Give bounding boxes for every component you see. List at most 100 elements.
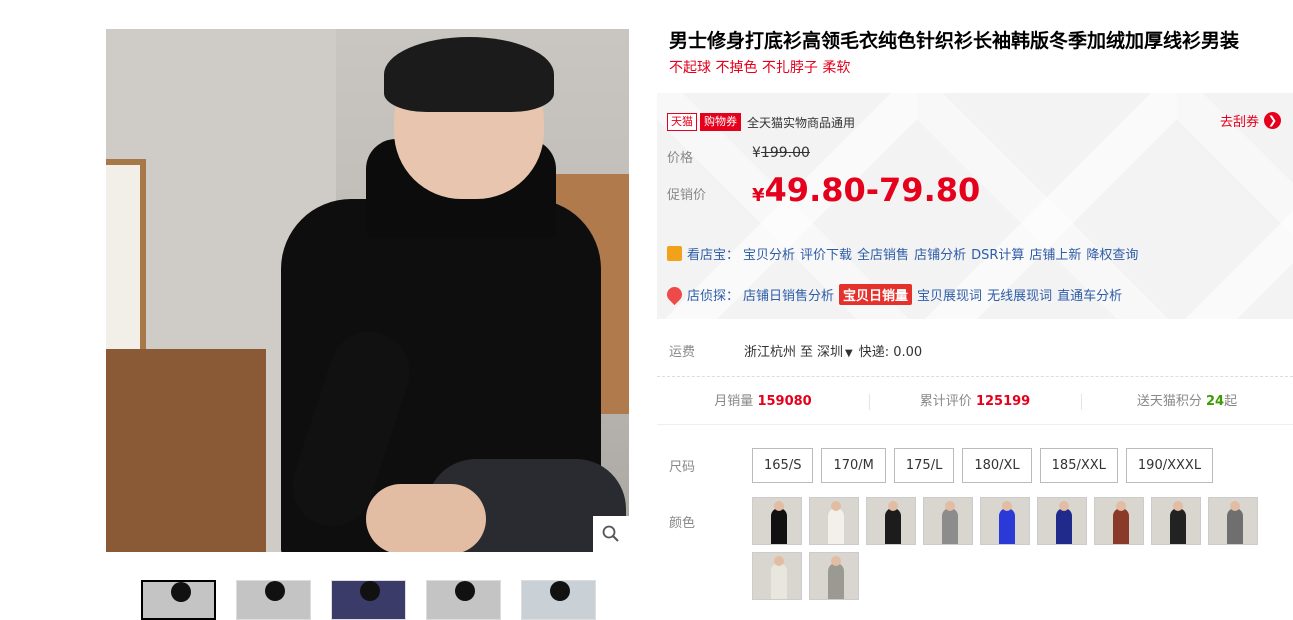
- swatch-model-head: [1230, 501, 1240, 511]
- magnifier-icon[interactable]: [593, 516, 629, 552]
- swatch-garment: [771, 563, 787, 599]
- shipping-row: 运费 浙江杭州 至 深圳 ▼ 快递: 0.00: [669, 341, 922, 360]
- promo-price-label: 促销价: [667, 188, 707, 203]
- divider: [657, 376, 1293, 377]
- thumbnail-1[interactable]: [141, 580, 216, 620]
- tmall-points-suffix: 起: [1224, 394, 1238, 409]
- tool-link[interactable]: 店铺日销售分析: [743, 285, 834, 304]
- color-swatch[interactable]: [923, 497, 973, 545]
- size-option[interactable]: 175/L: [893, 448, 955, 483]
- color-swatch[interactable]: [980, 497, 1030, 545]
- monthly-sales: 月销量 159080: [657, 387, 869, 417]
- tmall-points: 送天猫积分 24起: [1081, 387, 1293, 417]
- thumbnail-5[interactable]: [521, 580, 596, 620]
- tool-link[interactable]: DSR计算: [971, 244, 1024, 263]
- color-options: [752, 497, 1272, 600]
- tmall-points-label: 送天猫积分: [1136, 394, 1202, 409]
- tool-link[interactable]: 宝贝分析: [743, 244, 795, 263]
- size-option[interactable]: 170/M: [821, 448, 886, 483]
- color-swatch[interactable]: [866, 497, 916, 545]
- total-reviews-label: 累计评价: [919, 394, 972, 409]
- color-swatch[interactable]: [752, 552, 802, 600]
- get-coupon-link[interactable]: 去刮券 ❯: [1220, 111, 1281, 130]
- total-reviews[interactable]: 累计评价 125199: [869, 387, 1081, 417]
- tool-link[interactable]: 评价下载: [800, 244, 852, 263]
- swatch-garment: [1227, 508, 1243, 544]
- swatch-model-head: [774, 501, 784, 511]
- color-swatch[interactable]: [809, 497, 859, 545]
- original-price: ¥199.00: [752, 145, 810, 161]
- color-swatch[interactable]: [1151, 497, 1201, 545]
- swatch-model-head: [831, 556, 841, 566]
- divider: [657, 424, 1293, 425]
- chevron-right-icon: ❯: [1264, 112, 1281, 129]
- thumbnail-4[interactable]: [426, 580, 501, 620]
- sales-stats: 月销量 159080 累计评价 125199 送天猫积分 24起: [657, 387, 1293, 417]
- size-option[interactable]: 165/S: [752, 448, 814, 483]
- picture-frame: [106, 159, 146, 359]
- shipping-from: 浙江杭州: [744, 345, 797, 360]
- tool-link[interactable]: 直通车分析: [1057, 285, 1122, 304]
- tmall-tag: 天猫: [667, 113, 697, 131]
- size-option[interactable]: 185/XXL: [1039, 448, 1118, 483]
- swatch-garment: [1113, 508, 1129, 544]
- swatch-garment: [828, 563, 844, 599]
- color-swatch[interactable]: [752, 497, 802, 545]
- swatch-garment: [771, 508, 787, 544]
- detective-tools-row: 店侦探： 店铺日销售分析 宝贝日销量 宝贝展现词 无线展现词 直通车分析: [663, 283, 1127, 306]
- promo-currency-symbol: ¥: [752, 185, 765, 206]
- price-panel: 天猫 购物券 全天猫实物商品通用 去刮券 ❯ 价格 ¥199.00 促销价 ¥4…: [657, 93, 1293, 319]
- tool-link[interactable]: 降权查询: [1086, 244, 1138, 263]
- size-options: 165/S 170/M 175/L 180/XL 185/XXL 190/XXX…: [752, 448, 1214, 483]
- swatch-model-head: [1173, 501, 1183, 511]
- color-swatch[interactable]: [1037, 497, 1087, 545]
- tool-link[interactable]: 宝贝展现词: [917, 285, 982, 304]
- swatch-model-head: [1116, 501, 1126, 511]
- tool-link-highlighted[interactable]: 宝贝日销量: [839, 284, 913, 305]
- color-label: 颜色: [669, 516, 696, 531]
- swatch-garment: [885, 508, 901, 544]
- detective-tools-label: 店侦探：: [687, 289, 740, 304]
- shipping-destination-select[interactable]: 深圳 ▼: [817, 341, 853, 360]
- shipping-express-fee: 快递: 0.00: [858, 345, 923, 360]
- thumbnail-strip: [141, 580, 596, 620]
- swatch-garment: [942, 508, 958, 544]
- model-hair: [384, 37, 554, 112]
- chevron-down-icon: ▼: [845, 348, 853, 359]
- coupon-description: 全天猫实物商品通用: [747, 115, 856, 130]
- thumbnail-3[interactable]: [331, 580, 406, 620]
- swatch-garment: [1170, 508, 1186, 544]
- shop-tools-row: 看店宝： 宝贝分析 评价下载 全店销售 店铺分析 DSR计算 店铺上新 降权查询: [667, 244, 1143, 263]
- shop-tools-label: 看店宝：: [687, 248, 740, 263]
- monthly-sales-value: 159080: [757, 394, 812, 409]
- size-option[interactable]: 180/XL: [962, 448, 1032, 483]
- total-reviews-value: 125199: [975, 394, 1031, 409]
- currency-symbol: ¥: [752, 145, 761, 161]
- tool-link[interactable]: 全店销售: [857, 244, 909, 263]
- shipping-label: 运费: [669, 345, 696, 360]
- swatch-garment: [999, 508, 1015, 544]
- tool-link[interactable]: 店铺分析: [914, 244, 966, 263]
- color-swatch[interactable]: [1094, 497, 1144, 545]
- thumbnail-2[interactable]: [236, 580, 311, 620]
- swatch-garment: [1056, 508, 1072, 544]
- price-label: 价格: [667, 151, 694, 166]
- color-swatch[interactable]: [809, 552, 859, 600]
- swatch-model-head: [945, 501, 955, 511]
- get-coupon-label: 去刮券: [1219, 115, 1259, 130]
- tool-link[interactable]: 无线展现词: [987, 285, 1052, 304]
- main-product-image[interactable]: [106, 29, 629, 552]
- tool-link[interactable]: 店铺上新: [1029, 244, 1081, 263]
- swatch-model-head: [1059, 501, 1069, 511]
- promo-price-value: 49.80-79.80: [764, 171, 981, 209]
- size-option[interactable]: 190/XXXL: [1125, 448, 1214, 483]
- model-hands: [366, 484, 486, 552]
- shipping-destination: 深圳: [817, 345, 844, 360]
- promo-price: ¥49.80-79.80: [752, 171, 980, 209]
- size-label: 尺码: [669, 460, 696, 475]
- swatch-model-head: [774, 556, 784, 566]
- location-pin-icon: [663, 283, 686, 306]
- product-title: 男士修身打底衫高领毛衣纯色针织衫长袖韩版冬季加绒加厚线衫男装: [669, 30, 1240, 52]
- color-swatch[interactable]: [1208, 497, 1258, 545]
- original-price-value: 199.00: [760, 145, 810, 161]
